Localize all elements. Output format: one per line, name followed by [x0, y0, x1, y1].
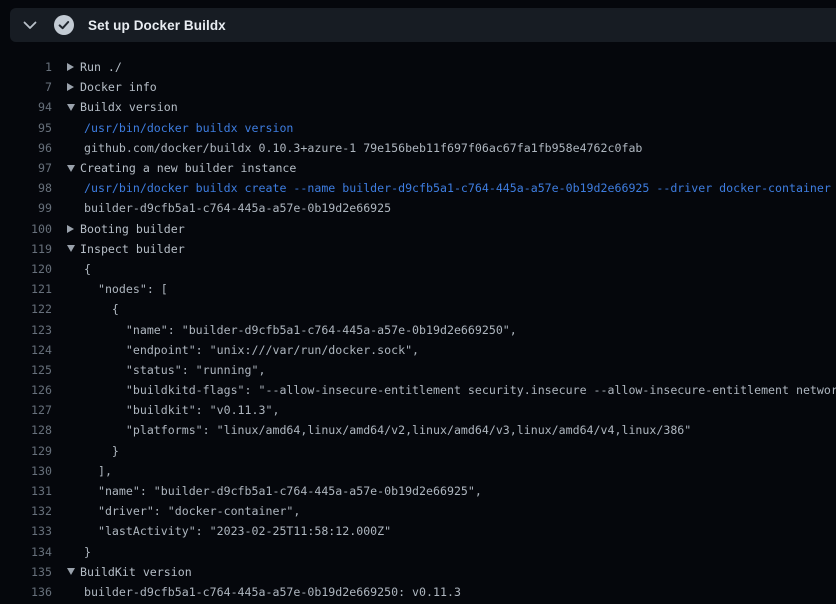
output-text: } — [84, 545, 91, 559]
group-title: Buildx version — [80, 100, 178, 114]
log-line: 136 builder-d9cfb5a1-c764-445a-a57e-0b19d… — [0, 582, 836, 602]
output-text: "driver": "docker-container", — [84, 504, 300, 518]
output-text: builder-d9cfb5a1-c764-445a-a57e-0b19d2e6… — [84, 585, 461, 599]
output-text: builder-d9cfb5a1-c764-445a-a57e-0b19d2e6… — [84, 201, 391, 215]
line-number[interactable]: 97 — [0, 161, 52, 175]
log-lines: 1 Run ./ 7 Docker info 94 Buildx version 95/us… — [0, 57, 836, 602]
log-group-row[interactable]: 119 Inspect builder — [0, 239, 836, 259]
log-line: 126 "buildkitd-flags": "--allow-insecure… — [0, 380, 836, 400]
log-line: 96 github.com/docker/buildx 0.10.3+azure-… — [0, 138, 836, 158]
step-header[interactable]: Set up Docker Buildx — [10, 8, 836, 42]
line-number[interactable]: 100 — [0, 222, 52, 236]
line-number[interactable]: 95 — [0, 121, 52, 135]
line-number[interactable]: 129 — [0, 444, 52, 458]
line-number[interactable]: 132 — [0, 504, 52, 518]
output-text: "platforms": "linux/amd64,linux/amd64/v2… — [84, 423, 691, 437]
log-line: 120 { — [0, 259, 836, 279]
line-number[interactable]: 98 — [0, 181, 52, 195]
output-text: "name": "builder-d9cfb5a1-c764-445a-a57e… — [84, 484, 482, 498]
output-text: "nodes": [ — [84, 282, 168, 296]
group-title: Booting builder — [80, 222, 185, 236]
log-line: 134} — [0, 542, 836, 562]
log-line: 95/usr/bin/docker buildx version — [0, 118, 836, 138]
line-number[interactable]: 134 — [0, 545, 52, 559]
log-line: 127 "buildkit": "v0.11.3", — [0, 400, 836, 420]
log-line: 131 "name": "builder-d9cfb5a1-c764-445a-… — [0, 481, 836, 501]
caret-down-icon[interactable] — [67, 104, 75, 111]
output-text: "name": "builder-d9cfb5a1-c764-445a-a57e… — [84, 323, 517, 337]
output-text: } — [84, 444, 119, 458]
line-number[interactable]: 99 — [0, 201, 52, 215]
line-number[interactable]: 7 — [0, 80, 52, 94]
line-number[interactable]: 126 — [0, 383, 52, 397]
group-title: Docker info — [80, 80, 157, 94]
line-number[interactable]: 123 — [0, 323, 52, 337]
caret-down-icon[interactable] — [67, 165, 75, 172]
step-title: Set up Docker Buildx — [88, 18, 226, 33]
line-number[interactable]: 127 — [0, 403, 52, 417]
caret-down-icon[interactable] — [67, 245, 75, 252]
line-number[interactable]: 120 — [0, 262, 52, 276]
chevron-down-icon[interactable] — [22, 17, 38, 33]
caret-right-icon[interactable] — [67, 83, 74, 91]
line-number[interactable]: 121 — [0, 282, 52, 296]
log-line: 133 "lastActivity": "2023-02-25T11:58:12… — [0, 521, 836, 541]
line-number[interactable]: 131 — [0, 484, 52, 498]
line-number[interactable]: 122 — [0, 302, 52, 316]
log-line: 123 "name": "builder-d9cfb5a1-c764-445a-… — [0, 319, 836, 339]
output-text: github.com/docker/buildx 0.10.3+azure-1 … — [84, 141, 642, 155]
group-title: Creating a new builder instance — [80, 161, 296, 175]
log-line: 99 builder-d9cfb5a1-c764-445a-a57e-0b19d2… — [0, 198, 836, 218]
group-title: Inspect builder — [80, 242, 185, 256]
output-text: ], — [84, 464, 112, 478]
line-number[interactable]: 119 — [0, 242, 52, 256]
log-line: 121 "nodes": [ — [0, 279, 836, 299]
line-number[interactable]: 96 — [0, 141, 52, 155]
output-text: "buildkitd-flags": "--allow-insecure-ent… — [84, 383, 836, 397]
caret-right-icon[interactable] — [67, 225, 74, 233]
line-number[interactable]: 135 — [0, 565, 52, 579]
output-text: "lastActivity": "2023-02-25T11:58:12.000… — [84, 524, 391, 538]
line-number[interactable]: 136 — [0, 585, 52, 599]
line-number[interactable]: 133 — [0, 524, 52, 538]
command-text: /usr/bin/docker buildx create --name bui… — [84, 181, 831, 195]
log-line: 132 "driver": "docker-container", — [0, 501, 836, 521]
output-text: "status": "running", — [84, 363, 265, 377]
caret-right-icon[interactable] — [67, 63, 74, 71]
check-circle-icon — [54, 15, 74, 35]
log-group-row[interactable]: 7 Docker info — [0, 77, 836, 97]
line-number[interactable]: 125 — [0, 363, 52, 377]
line-number[interactable]: 1 — [0, 60, 52, 74]
output-text: "endpoint": "unix:///var/run/docker.sock… — [84, 343, 419, 357]
line-number[interactable]: 128 — [0, 423, 52, 437]
log-line: 129 } — [0, 441, 836, 461]
output-text: { — [84, 302, 119, 316]
log-group-row[interactable]: 97 Creating a new builder instance — [0, 158, 836, 178]
log-line: 125 "status": "running", — [0, 360, 836, 380]
group-title: BuildKit version — [80, 565, 192, 579]
line-number[interactable]: 130 — [0, 464, 52, 478]
log-group-row[interactable]: 135 BuildKit version — [0, 562, 836, 582]
log-line: 128 "platforms": "linux/amd64,linux/amd6… — [0, 420, 836, 440]
log-line: 130 ], — [0, 461, 836, 481]
log-group-row[interactable]: 100 Booting builder — [0, 219, 836, 239]
line-number[interactable]: 124 — [0, 343, 52, 357]
log-line: 124 "endpoint": "unix:///var/run/docker.… — [0, 340, 836, 360]
caret-down-icon[interactable] — [67, 568, 75, 575]
group-title: Run ./ — [80, 60, 122, 74]
log-group-row[interactable]: 1 Run ./ — [0, 57, 836, 77]
log-line: 98/usr/bin/docker buildx create --name b… — [0, 178, 836, 198]
output-text: { — [84, 262, 91, 276]
log-group-row[interactable]: 94 Buildx version — [0, 97, 836, 117]
actions-log-viewer: Set up Docker Buildx 1 Run ./ 7 Docker info… — [0, 0, 836, 604]
line-number[interactable]: 94 — [0, 100, 52, 114]
output-text: "buildkit": "v0.11.3", — [84, 403, 279, 417]
log-line: 122 { — [0, 299, 836, 319]
command-text: /usr/bin/docker buildx version — [84, 121, 293, 135]
